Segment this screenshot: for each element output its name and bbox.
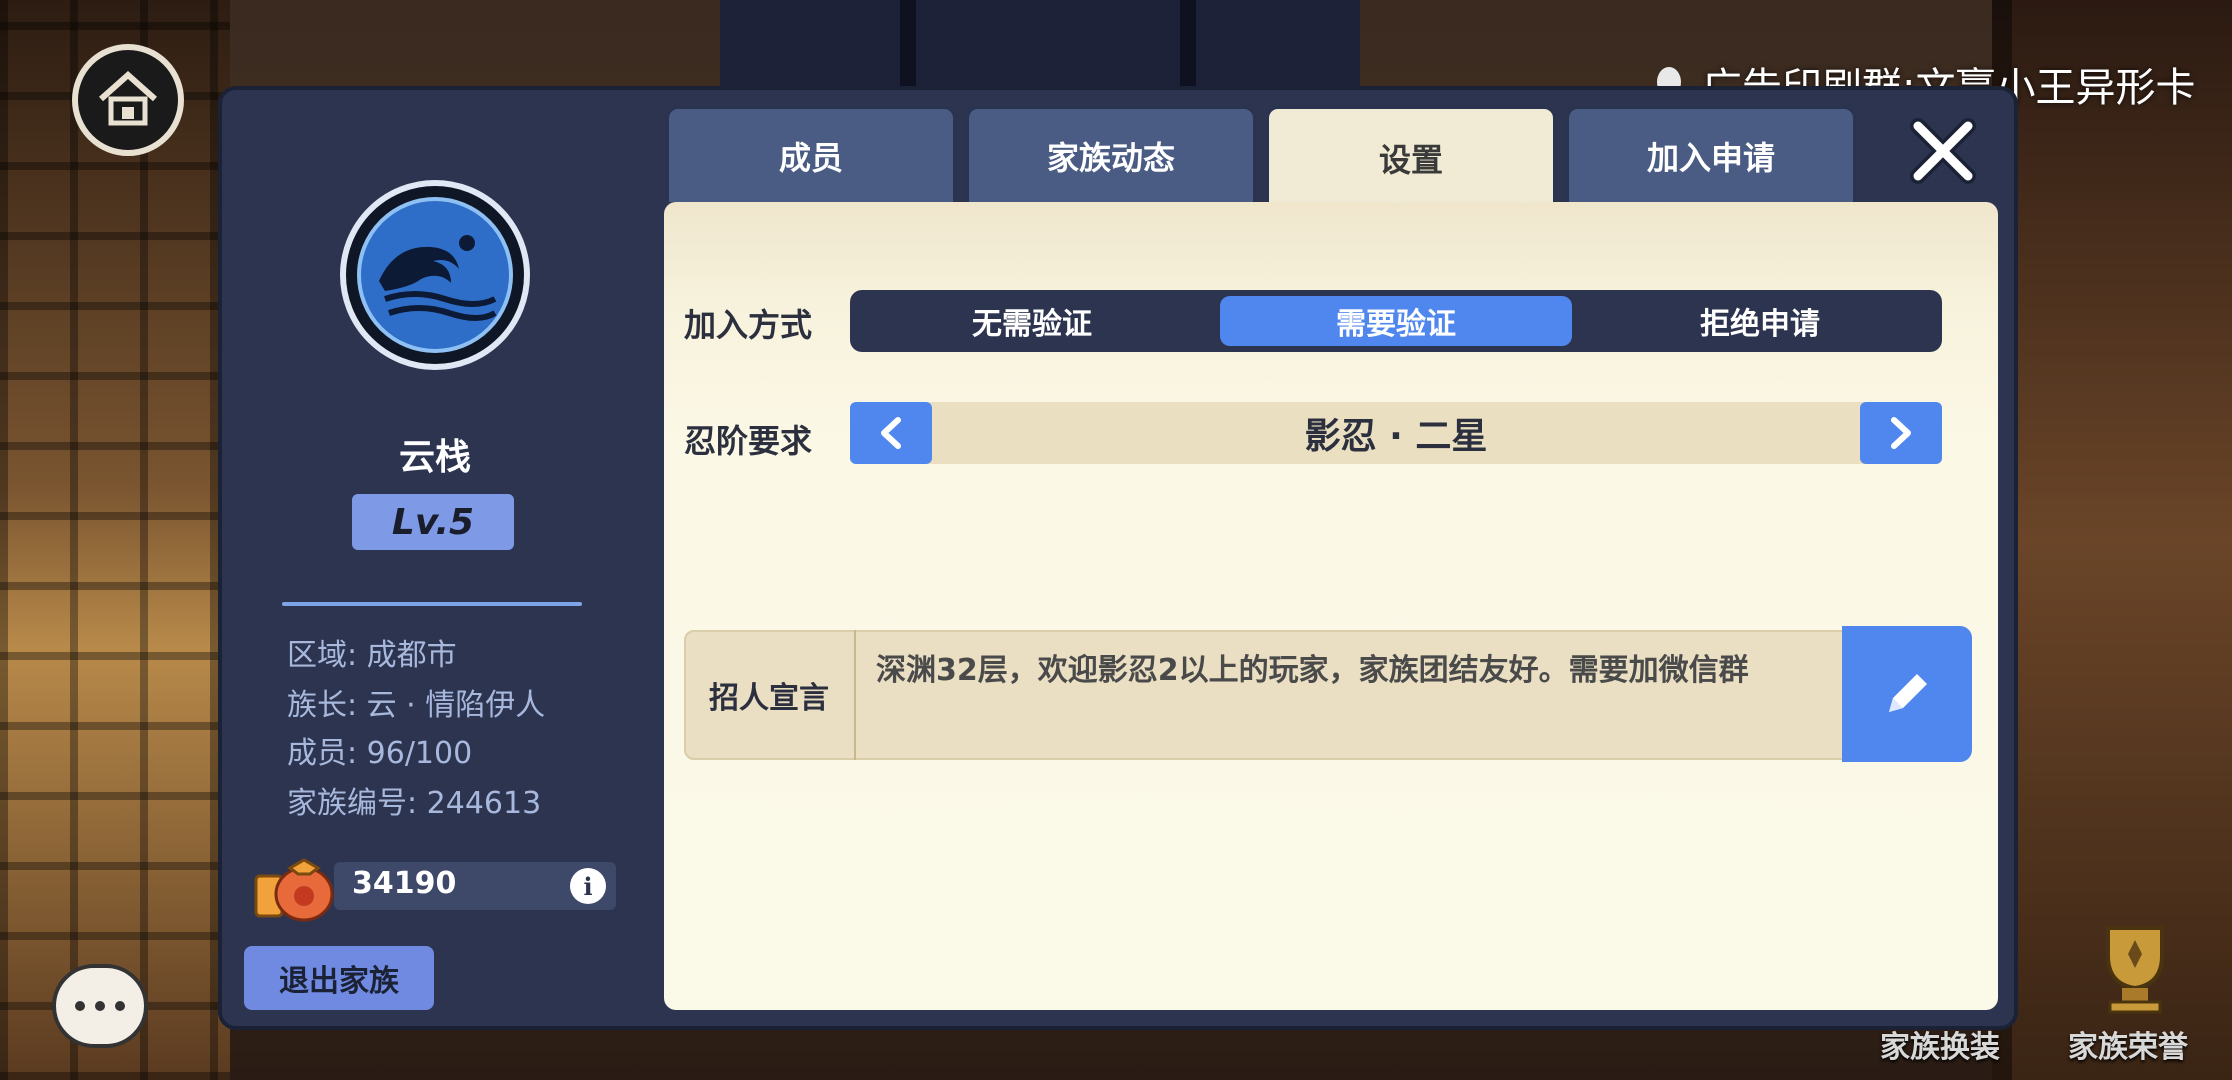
close-icon[interactable] — [1908, 116, 1978, 186]
join-method-label: 加入方式 — [684, 306, 813, 344]
rank-value: 影忍 · 二星 — [1304, 416, 1488, 457]
rank-prev-button[interactable] — [850, 402, 932, 464]
clan-outfit-label[interactable]: 家族换装 — [1880, 1022, 2000, 1066]
tab-members[interactable]: 成员 — [666, 106, 956, 202]
chat-dot-icon — [75, 1001, 85, 1011]
background-top-banner — [720, 0, 1360, 100]
chat-dot-icon — [95, 1001, 105, 1011]
chat-button[interactable] — [52, 964, 148, 1048]
trophy-icon[interactable] — [2080, 910, 2190, 1020]
tab-settings[interactable]: 设置 — [1266, 106, 1556, 206]
clan-name: 云栈 — [398, 437, 471, 478]
clan-members: 成员: 96/100 — [287, 736, 473, 771]
clan-level-badge: Lv.5 — [352, 494, 514, 550]
money-bag-icon — [254, 858, 334, 922]
declaration-label: 招人宣言 — [684, 630, 856, 760]
join-option-no-verify[interactable]: 无需验证 — [856, 296, 1208, 346]
clan-crest-icon — [340, 180, 530, 370]
clan-leader: 族长: 云 · 情陷伊人 — [287, 688, 546, 723]
join-option-verify[interactable]: 需要验证 — [1220, 296, 1572, 346]
join-method-selector: 无需验证 需要验证 拒绝申请 — [850, 290, 1942, 352]
chevron-left-icon — [881, 417, 901, 449]
home-icon — [99, 70, 157, 126]
clan-funds-value: 34190 — [352, 866, 457, 901]
edit-declaration-button[interactable] — [1842, 626, 1972, 762]
pencil-icon — [1889, 674, 1927, 712]
clan-region: 区域: 成都市 — [287, 638, 457, 673]
tab-clan-activity[interactable]: 家族动态 — [966, 106, 1256, 202]
chevron-right-icon — [1891, 417, 1911, 449]
home-button[interactable] — [72, 44, 184, 156]
background-scene-left — [0, 0, 230, 1080]
quit-clan-button[interactable]: 退出家族 — [244, 946, 434, 1010]
join-option-reject[interactable]: 拒绝申请 — [1584, 296, 1936, 346]
clan-id: 家族编号: 244613 — [287, 786, 542, 821]
divider — [282, 602, 582, 606]
declaration-text: 深渊32层，欢迎影忍2以上的玩家，家族团结友好。需要加微信群 — [876, 653, 1749, 688]
rank-requirement-label: 忍阶要求 — [684, 422, 813, 460]
info-icon[interactable]: i — [570, 868, 606, 904]
tab-join-requests[interactable]: 加入申请 — [1566, 106, 1856, 202]
rank-next-button[interactable] — [1860, 402, 1942, 464]
chat-dot-icon — [115, 1001, 125, 1011]
clan-honor-label[interactable]: 家族荣誉 — [2068, 1022, 2188, 1066]
